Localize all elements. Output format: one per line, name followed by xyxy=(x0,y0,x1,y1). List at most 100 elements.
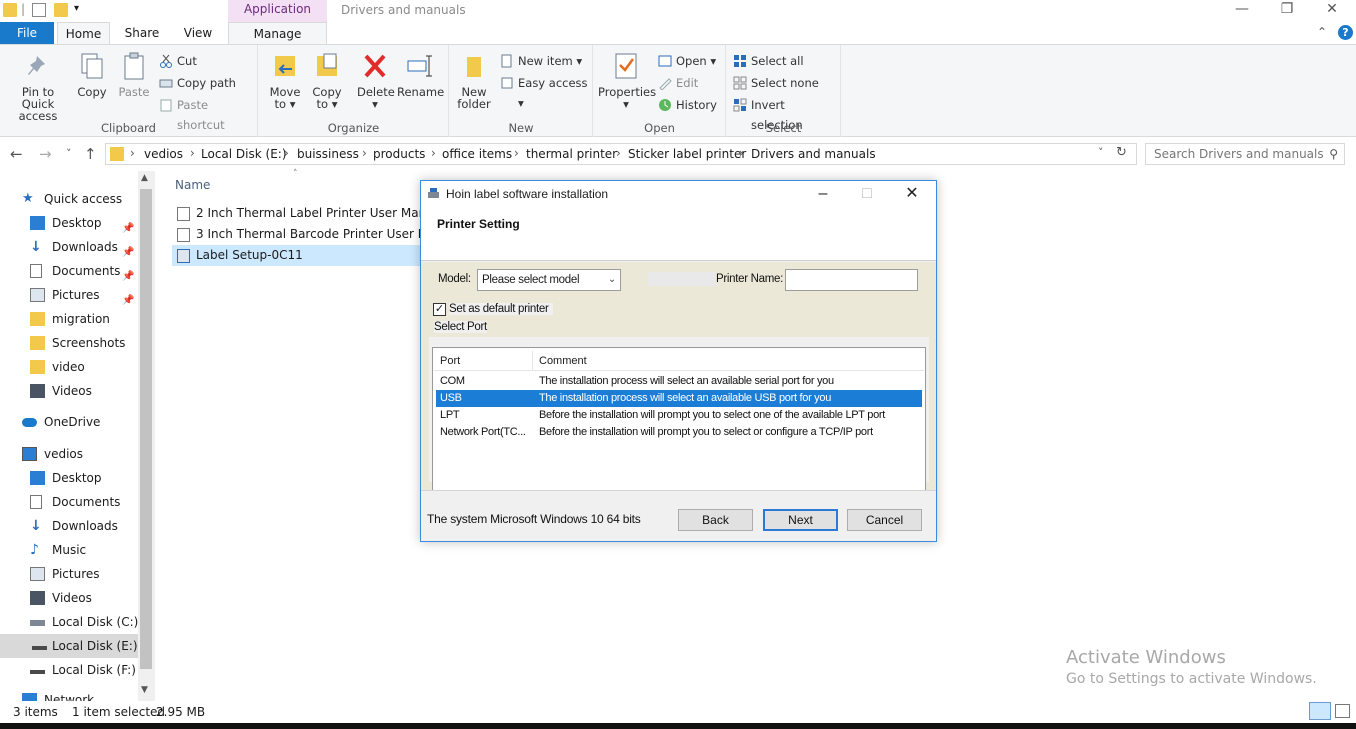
windows-drive-icon xyxy=(30,620,45,626)
nav-pc-downloads[interactable]: ↓ Downloads xyxy=(30,514,118,538)
nav-documents[interactable]: Documents 📌 xyxy=(30,259,134,283)
nav-pc-documents[interactable]: Documents xyxy=(30,490,120,514)
scroll-up-icon[interactable]: ▲ xyxy=(141,173,148,183)
port-row-com[interactable]: COM The installation process will select… xyxy=(436,373,922,390)
nav-network[interactable]: Network xyxy=(22,688,94,701)
default-printer-checkbox[interactable]: ✓ xyxy=(433,303,446,316)
new-item-button[interactable]: New item ▾ xyxy=(500,51,582,71)
next-button[interactable]: Next xyxy=(763,509,838,531)
open-button[interactable]: Open ▾ xyxy=(658,51,716,71)
new-group-label: New xyxy=(508,121,534,135)
nav-scrollbar[interactable]: ▲ ▼ xyxy=(138,171,155,701)
details-view-icon[interactable] xyxy=(1309,702,1331,720)
refresh-icon[interactable]: ↻ xyxy=(1116,145,1127,160)
printer-name-input[interactable] xyxy=(785,269,918,291)
nav-downloads[interactable]: ↓ Downloads 📌 xyxy=(30,235,134,259)
close-button[interactable]: ✕ xyxy=(1309,0,1355,20)
breadcrumb-local-disk-e[interactable]: Local Disk (E:) xyxy=(201,147,287,161)
nav-quick-access[interactable]: ★ Quick access xyxy=(22,187,122,211)
file-row[interactable]: 3 Inch Thermal Barcode Printer User Man.… xyxy=(172,224,422,245)
nav-this-pc[interactable]: vedios xyxy=(22,442,83,466)
up-arrow-icon[interactable]: ↑ xyxy=(84,145,97,163)
comment-column-header[interactable]: Comment xyxy=(539,355,587,367)
easy-access-button[interactable]: Easy access ▾ xyxy=(500,73,592,110)
port-row-network[interactable]: Network Port(TC... Before the installati… xyxy=(436,424,922,441)
address-history-icon[interactable]: ˅ xyxy=(1098,146,1104,159)
dialog-maximize-button[interactable]: □ xyxy=(847,183,887,207)
nav-local-disk-c[interactable]: Local Disk (C:) xyxy=(30,610,138,634)
copy-path-button[interactable]: Copy path xyxy=(159,73,236,93)
column-header-name[interactable]: Name xyxy=(175,178,210,192)
properties-button[interactable]: Properties ▾ xyxy=(598,51,656,110)
collapse-ribbon-icon[interactable]: ⌃ xyxy=(1317,25,1327,39)
help-icon[interactable]: ? xyxy=(1338,25,1353,40)
large-icons-view-icon[interactable] xyxy=(1335,704,1350,718)
scroll-down-icon[interactable]: ▼ xyxy=(141,685,148,695)
nav-local-disk-f[interactable]: Local Disk (F:) xyxy=(30,658,136,682)
paste-button[interactable]: Paste xyxy=(114,51,154,98)
breadcrumb-products[interactable]: products xyxy=(373,147,425,161)
select-all-button[interactable]: Select all xyxy=(733,51,804,71)
nav-migration[interactable]: migration xyxy=(30,307,110,331)
nav-local-disk-e[interactable]: Local Disk (E:) xyxy=(0,634,138,658)
breadcrumb-thermal-printer[interactable]: thermal printer xyxy=(526,147,617,161)
port-column-header[interactable]: Port xyxy=(440,355,460,367)
nav-videos[interactable]: Videos xyxy=(30,379,92,403)
port-row-usb[interactable]: USB The installation process will select… xyxy=(436,390,922,407)
move-to-button[interactable]: Move to ▾ xyxy=(267,51,303,110)
new-folder-quick-icon[interactable] xyxy=(54,3,68,17)
nav-pictures[interactable]: Pictures 📌 xyxy=(30,283,134,307)
back-arrow-icon[interactable]: ← xyxy=(10,145,23,163)
delete-button[interactable]: Delete ▾ xyxy=(357,51,395,110)
nav-video[interactable]: video xyxy=(30,355,85,379)
tab-manage[interactable]: Manage xyxy=(228,22,327,44)
properties-quick-icon[interactable] xyxy=(32,3,46,17)
file-row-selected[interactable]: Label Setup-0C11 xyxy=(172,245,422,266)
minimize-button[interactable]: — xyxy=(1219,0,1265,20)
history-button[interactable]: History xyxy=(658,95,717,115)
select-none-button[interactable]: Select none xyxy=(733,73,819,93)
breadcrumb-office-items[interactable]: office items xyxy=(442,147,512,161)
tab-home[interactable]: Home xyxy=(57,22,110,44)
cancel-button[interactable]: Cancel xyxy=(847,509,922,531)
back-button[interactable]: Back xyxy=(678,509,753,531)
nav-desktop[interactable]: Desktop 📌 xyxy=(30,211,134,235)
new-folder-button[interactable]: New folder xyxy=(456,51,492,110)
dialog-close-button[interactable]: ✕ xyxy=(892,183,932,207)
nav-onedrive[interactable]: OneDrive xyxy=(22,410,100,434)
invert-selection-button[interactable]: Invert selection xyxy=(733,95,840,132)
nav-pc-desktop[interactable]: Desktop xyxy=(30,466,102,490)
select-port-group: Select Port Port Comment COM The install… xyxy=(429,321,929,492)
tab-view[interactable]: View xyxy=(173,22,223,44)
paste-shortcut-button[interactable]: Paste shortcut xyxy=(159,95,257,132)
address-bar[interactable]: › vedios › Local Disk (E:) › buissiness … xyxy=(105,143,1137,165)
nav-music[interactable]: ♪ Music xyxy=(30,538,86,562)
dialog-minimize-button[interactable]: – xyxy=(803,183,843,207)
rename-button[interactable]: Rename xyxy=(397,51,444,98)
status-item-count: 3 items xyxy=(13,705,58,719)
cut-button[interactable]: Cut xyxy=(159,51,197,71)
breadcrumb-drivers-and-manuals[interactable]: Drivers and manuals xyxy=(751,147,876,161)
port-row-lpt[interactable]: LPT Before the installation will prompt … xyxy=(436,407,922,424)
breadcrumb-sticker-label-printer[interactable]: Sticker label printer xyxy=(628,147,746,161)
copy-button[interactable]: Copy xyxy=(74,51,110,98)
copy-to-button[interactable]: Copy to ▾ xyxy=(309,51,345,110)
recent-locations-icon[interactable]: ˅ xyxy=(66,147,72,160)
nav-pc-pictures[interactable]: Pictures xyxy=(30,562,100,586)
customize-quick-access-icon[interactable]: ▾ xyxy=(74,3,79,14)
pin-to-quick-access-button[interactable]: Pin to Quick access xyxy=(4,51,72,122)
nav-pc-videos[interactable]: Videos xyxy=(30,586,92,610)
breadcrumb-buissiness[interactable]: buissiness xyxy=(297,147,359,161)
tab-share[interactable]: Share xyxy=(117,22,167,44)
edit-button[interactable]: Edit xyxy=(658,73,698,93)
nav-screenshots[interactable]: Screenshots xyxy=(30,331,125,355)
nav-scrollbar-thumb[interactable] xyxy=(140,189,152,669)
restore-button[interactable]: ❐ xyxy=(1264,0,1310,20)
search-input[interactable]: Search Drivers and manuals ⚲ xyxy=(1145,143,1345,165)
breadcrumb-vedios[interactable]: vedios xyxy=(144,147,183,161)
file-row[interactable]: 2 Inch Thermal Label Printer User Manual xyxy=(172,203,422,224)
tab-file[interactable]: File xyxy=(0,22,54,44)
port-list[interactable]: Port Comment COM The installation proces… xyxy=(432,347,926,492)
model-select[interactable]: Please select model ⌄ xyxy=(477,269,621,291)
forward-arrow-icon[interactable]: → xyxy=(39,145,52,163)
